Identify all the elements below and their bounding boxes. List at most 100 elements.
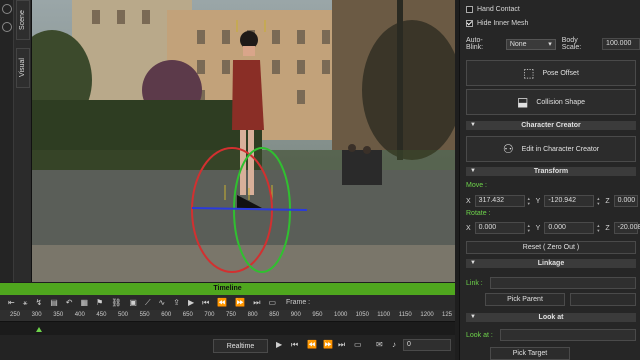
spin-arrows-icon[interactable]: ▲ ▼ <box>526 223 532 233</box>
character-creator-section[interactable]: ▼ Character Creator <box>466 121 636 130</box>
rotate-x-label: X <box>466 224 471 232</box>
curve-icon[interactable]: ∿ <box>159 298 166 307</box>
move-y-label: Y <box>535 197 541 205</box>
ruler-tick: 300 <box>31 312 42 318</box>
viewport-scene <box>32 0 455 282</box>
section-title: Transform <box>533 168 569 175</box>
timeline-track[interactable] <box>0 322 455 335</box>
auto-blink-select[interactable]: None ▾ <box>505 38 556 50</box>
playhead-marker[interactable] <box>36 327 42 332</box>
hide-inner-mesh-label: Hide Inner Mesh <box>477 20 529 27</box>
expand-icon[interactable]: ⇤ <box>8 298 15 307</box>
move-x-field[interactable]: 317.432 <box>474 195 525 207</box>
prev-key-icon[interactable]: ⏮ <box>202 298 209 308</box>
move-y-field[interactable]: -120.942 <box>544 195 595 207</box>
unlink-button[interactable] <box>570 293 636 306</box>
caption-icon[interactable]: ✉ <box>376 340 383 349</box>
pose-offset-button[interactable]: ⬚ Pose Offset <box>466 60 636 86</box>
section-title: Character Creator <box>521 122 581 129</box>
ruler-tick: 1100 <box>377 312 391 318</box>
linkage-section[interactable]: ▼ Linkage <box>466 259 636 268</box>
rotate-y-label: Y <box>535 224 541 232</box>
next-key-icon[interactable]: ⏭ <box>253 298 260 308</box>
reset-zero-out-button[interactable]: Reset ( Zero Out ) <box>466 241 636 254</box>
link-field[interactable] <box>490 277 636 289</box>
hide-inner-mesh-checkbox[interactable] <box>466 20 473 27</box>
tab-visual[interactable]: Visual <box>16 48 30 88</box>
prev-key-icon[interactable]: ⏮ <box>291 340 298 350</box>
forward-icon[interactable]: ⏩ <box>323 340 333 349</box>
rewind-icon[interactable]: ⏪ <box>217 298 227 307</box>
auto-blink-value: None <box>509 40 527 48</box>
move-z-label: Z <box>605 197 610 205</box>
undo-icon[interactable]: ↶ <box>66 298 73 307</box>
play-icon[interactable]: ▶ <box>276 340 282 349</box>
flag-icon[interactable]: ⚑ <box>96 298 103 307</box>
hand-contact-checkbox[interactable] <box>466 6 473 13</box>
tool-icon[interactable] <box>2 4 12 14</box>
look-at-field[interactable] <box>500 329 636 341</box>
hide-inner-mesh-row[interactable]: Hide Inner Mesh <box>466 20 528 27</box>
tool-icon[interactable] <box>2 22 12 32</box>
pick-parent-button[interactable]: Pick Parent <box>485 293 565 306</box>
screen-icon[interactable]: ▭ <box>354 340 362 349</box>
link-icon[interactable]: ⛓ <box>111 298 121 307</box>
look-at-label: Look at : <box>466 332 493 339</box>
section-title: Look at <box>538 314 564 321</box>
transform-section[interactable]: ▼ Transform <box>466 167 636 176</box>
tab-scene[interactable]: Scene <box>16 0 30 40</box>
rotate-y-field[interactable]: 0.000 <box>544 222 595 234</box>
look-at-section[interactable]: ▼ Look at <box>466 313 636 322</box>
timeline-header: Timeline <box>0 283 455 295</box>
frame-field[interactable]: 0 <box>403 339 451 351</box>
ruler-tick: 700 <box>204 312 215 318</box>
ruler-tick: 850 <box>269 312 280 318</box>
spin-arrows-icon[interactable]: ▲ ▼ <box>595 196 601 206</box>
body-scale-label: Body Scale: <box>561 37 582 51</box>
move-z-field[interactable]: 0.000 <box>613 195 638 207</box>
ruler-tick: 900 <box>290 312 301 318</box>
ruler-tick: 250 <box>10 312 21 318</box>
pick-target-button[interactable]: Pick Target <box>490 347 570 360</box>
move-label: Move : <box>466 182 488 189</box>
collision-shape-button[interactable]: ⬓ Collision Shape <box>466 89 636 115</box>
rotate-x-field[interactable]: 0.000 <box>474 222 525 234</box>
export-icon[interactable]: ⇪ <box>173 298 180 307</box>
spin-arrows-icon[interactable]: ▲ ▼ <box>526 196 532 206</box>
clip-icon[interactable]: ▤ <box>50 298 58 307</box>
key-icon[interactable]: ⚹ <box>23 298 28 308</box>
rotate-z-label: Z <box>605 224 610 232</box>
rotate-z-field[interactable]: -20.008 <box>613 222 640 234</box>
edit-in-cc-label: Edit in Character Creator <box>521 145 600 153</box>
screen-icon[interactable]: ▭ <box>268 298 276 307</box>
layer-icon[interactable]: ▦ <box>80 298 88 307</box>
section-title: Linkage <box>537 260 565 267</box>
properties-panel: Hand Contact Hide Inner Mesh Auto-Blink:… <box>459 0 640 360</box>
body-scale-field[interactable]: 100.000 <box>602 38 640 50</box>
left-toolstrip <box>0 0 14 282</box>
music-note-icon[interactable]: ♪ <box>392 340 396 349</box>
ruler-tick: 1150 <box>398 312 412 318</box>
hand-contact-row[interactable]: Hand Contact <box>466 6 520 13</box>
bone-icon[interactable]: ⟋ <box>145 298 151 308</box>
frame-icon[interactable]: ▣ <box>129 298 137 307</box>
realtime-button[interactable]: Realtime <box>213 339 268 353</box>
ruler-tick: 350 <box>53 312 64 318</box>
move-x-label: X <box>466 197 471 205</box>
timeline-ruler[interactable]: 250 300 350 400 450 500 550 600 650 700 750 800 850 9… <box>0 310 455 322</box>
edit-in-cc-button[interactable]: ⚇ Edit in Character Creator <box>466 136 636 162</box>
chevron-down-icon: ▾ <box>548 40 552 48</box>
collapse-icon: ▼ <box>470 168 476 174</box>
spin-arrows-icon[interactable]: ▲ ▼ <box>595 223 601 233</box>
ruler-tick: 950 <box>312 312 323 318</box>
next-key-icon[interactable]: ⏭ <box>338 340 345 350</box>
pose-offset-label: Pose Offset <box>542 69 579 77</box>
3d-viewport[interactable] <box>32 0 455 282</box>
ruler-tick: 450 <box>96 312 107 318</box>
ruler-tick: 750 <box>226 312 237 318</box>
rewind-icon[interactable]: ⏪ <box>307 340 317 349</box>
play-icon[interactable]: ▶ <box>188 298 194 307</box>
motion-icon[interactable]: ↯ <box>36 298 43 307</box>
collision-shape-icon: ⬓ <box>517 95 529 109</box>
forward-icon[interactable]: ⏩ <box>235 298 245 307</box>
